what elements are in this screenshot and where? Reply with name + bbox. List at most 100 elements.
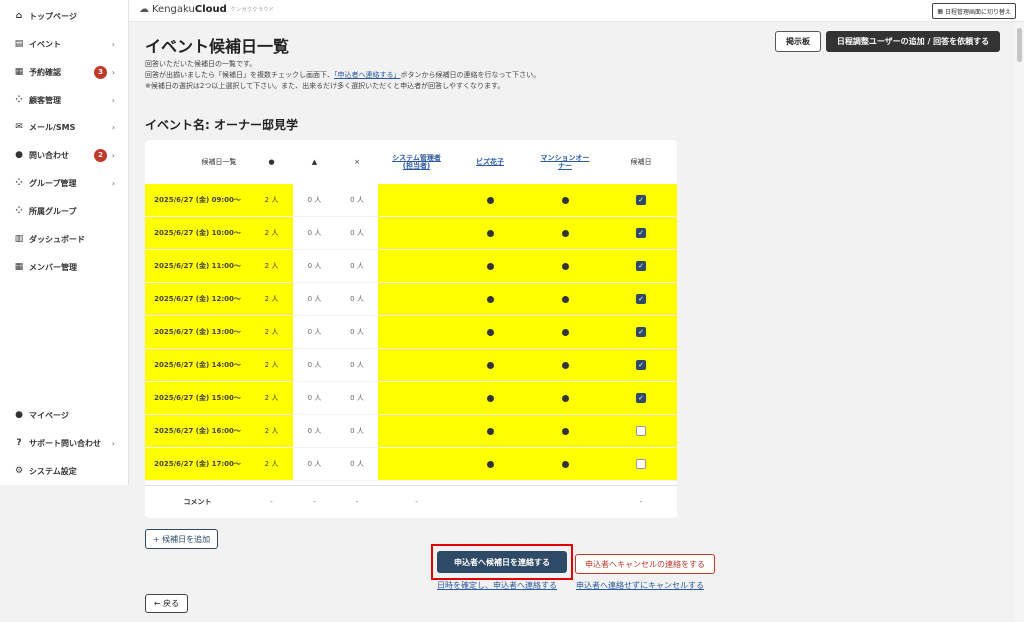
candidate-checkbox[interactable]: ✓ [636, 327, 646, 337]
sidebar-item[interactable]: ⁘ グループ管理 › [0, 173, 129, 193]
answer-circle-dot [486, 361, 494, 369]
row-date: 2025/6/27 (金) 16:00〜 [145, 415, 250, 447]
description-line-1: 回答いただいた候補日の一覧です。 [145, 60, 257, 68]
answer-circle-dot [561, 229, 569, 237]
row-date: 2025/6/27 (金) 09:00〜 [145, 184, 250, 216]
sidebar-bottom-item[interactable]: ⚙ システム設定 [0, 461, 129, 481]
row-date: 2025/6/27 (金) 11:00〜 [145, 250, 250, 282]
answer-circle-dot [486, 328, 494, 336]
sidebar-item[interactable]: ▦ 予約確認 3 › [0, 62, 129, 82]
row-cross-count: 0 人 [350, 196, 364, 204]
table-row: 2025/6/27 (金) 11:00〜 2 人 0 人 0 人 ✓ [145, 250, 677, 283]
cancel-without-contact-link[interactable]: 申込者へ連絡せずにキャンセルする [576, 580, 704, 591]
row-user1-answer [378, 382, 455, 414]
sidebar-item[interactable]: ✉ メール/SMS › [0, 117, 129, 137]
calendar-small-icon: ▦ [937, 7, 943, 15]
sidebar-item-label: 予約確認 [29, 67, 61, 77]
table-row: 2025/6/27 (金) 10:00〜 2 人 0 人 0 人 ✓ [145, 217, 677, 250]
row-user2-answer [455, 283, 525, 315]
row-user1-answer [378, 415, 455, 447]
sidebar-item-label: マイページ [29, 410, 69, 420]
scrollbar-thumb[interactable] [1017, 28, 1022, 62]
row-circle-count: 2 人 [250, 250, 293, 282]
row-date: 2025/6/27 (金) 14:00〜 [145, 349, 250, 381]
candidate-checkbox[interactable]: ✓ [636, 360, 646, 370]
sidebar-item[interactable]: ▦ メンバー管理 [0, 257, 129, 277]
cancel-contact-button[interactable]: 申込者へキャンセルの連絡をする [575, 554, 715, 574]
row-user1-answer [378, 250, 455, 282]
home-icon: ⌂ [15, 11, 23, 21]
header-user-system-admin[interactable]: システム管理者 (担当者) [378, 140, 455, 184]
row-user3-answer [525, 184, 605, 216]
row-cross-count: 0 人 [350, 361, 364, 369]
row-user3-answer [525, 349, 605, 381]
sidebar-item[interactable]: ⁘ 顧客管理 › [0, 90, 129, 110]
mail-icon: ✉ [15, 122, 23, 132]
board-button[interactable]: 掲示板 [775, 31, 821, 52]
sidebar-item[interactable]: ● 問い合わせ 2 › [0, 145, 129, 165]
row-date: 2025/6/27 (金) 15:00〜 [145, 382, 250, 414]
invite-users-button[interactable]: 日程調整ユーザーの追加 / 回答を依頼する [826, 31, 1000, 52]
row-circle-count: 2 人 [250, 283, 293, 315]
chevron-right-icon: › [111, 67, 115, 77]
row-candidate-cell: ✓ [605, 250, 677, 282]
row-user2-answer [455, 316, 525, 348]
row-circle-count: 2 人 [250, 448, 293, 480]
logo-text-prefix: Kengaku [152, 4, 195, 15]
row-cross-count: 0 人 [350, 328, 364, 336]
candidate-checkbox[interactable] [636, 459, 646, 469]
sidebar-item[interactable]: ⁘ 所属グループ [0, 201, 129, 221]
answer-circle-dot [561, 295, 569, 303]
sidebar-item[interactable]: ▥ ダッシュボード [0, 229, 129, 249]
contact-applicant-link[interactable]: 「申込者へ連絡する」 [334, 71, 401, 79]
notification-badge: 2 [94, 148, 107, 162]
row-triangle-count: 0 人 [307, 328, 322, 336]
row-user1-answer [378, 217, 455, 249]
switch-view-button[interactable]: ▦ 日程管理画面に切り替え [932, 3, 1016, 19]
page-scrollbar[interactable] [1015, 22, 1024, 622]
chevron-right-icon: › [111, 150, 115, 160]
group-icon: ⁘ [15, 178, 23, 188]
dashboard-icon: ▥ [14, 234, 24, 244]
contact-applicant-button[interactable]: 申込者へ候補日を連絡する [437, 551, 567, 573]
row-triangle-count: 0 人 [307, 460, 322, 468]
back-button[interactable]: ← 戻る [145, 594, 188, 613]
answer-circle-dot [561, 427, 569, 435]
row-user3-answer [525, 448, 605, 480]
header-user-mansion-owner[interactable]: マンションオー ナー [525, 140, 605, 184]
row-cross-count: 0 人 [350, 229, 364, 237]
sidebar-item[interactable]: ▤ イベント › [0, 34, 129, 54]
header-user-mansion-owner-line2: ナー [558, 162, 572, 170]
candidate-checkbox[interactable]: ✓ [636, 195, 646, 205]
chevron-right-icon: › [111, 39, 115, 49]
candidate-checkbox[interactable]: ✓ [636, 261, 646, 271]
header-user-system-admin-line1: システム管理者 [392, 154, 441, 162]
sidebar: ⌂ トップページ ▤ イベント › ▦ 予約確認 3 › ⁘ 顧客管理 › ✉ メール/SMS › ● 問い合わ… [0, 0, 129, 485]
header-user-biz-hanako[interactable]: ビズ花子 [455, 140, 525, 184]
sidebar-item[interactable]: ⌂ トップページ [0, 6, 129, 26]
confirm-date-link[interactable]: 日時を確定し、申込者へ連絡する [437, 580, 557, 591]
sidebar-item-label: ダッシュボード [29, 234, 85, 244]
candidate-checkbox[interactable]: ✓ [636, 393, 646, 403]
logo[interactable]: ☁ Kengaku Cloud ケンガククラウド [139, 4, 274, 15]
candidate-checkbox[interactable]: ✓ [636, 228, 646, 238]
description-line-3: ※候補日の選択は2つ以上選択して下さい。また、出来るだけ多く選択いただくと申込者… [145, 82, 505, 90]
sidebar-bottom-item[interactable]: ? サポート問い合わせ › [0, 433, 129, 453]
row-user2-answer [455, 217, 525, 249]
row-user1-answer [378, 184, 455, 216]
sidebar-bottom-item[interactable]: ● マイページ [0, 405, 129, 425]
candidate-checkbox[interactable]: ✓ [636, 294, 646, 304]
description-text: ボタンから候補日の連絡を行なって下さい。 [400, 71, 541, 79]
row-user1-answer [378, 448, 455, 480]
comment-user2 [455, 486, 525, 518]
top-header: ☁ Kengaku Cloud ケンガククラウド ▦ 日程管理画面に切り替え [129, 0, 1024, 22]
row-cross-count: 0 人 [350, 262, 364, 270]
event-name: イベント名: オーナー邸見学 [145, 118, 298, 132]
table-row: 2025/6/27 (金) 14:00〜 2 人 0 人 0 人 ✓ [145, 349, 677, 382]
add-candidate-date-button[interactable]: + 候補日を追加 [145, 529, 218, 549]
candidate-checkbox[interactable] [636, 426, 646, 436]
checkmark-icon: ✓ [638, 262, 644, 270]
row-candidate-cell: ✓ [605, 217, 677, 249]
user-icon: ● [15, 410, 23, 420]
row-candidate-cell: ✓ [605, 349, 677, 381]
